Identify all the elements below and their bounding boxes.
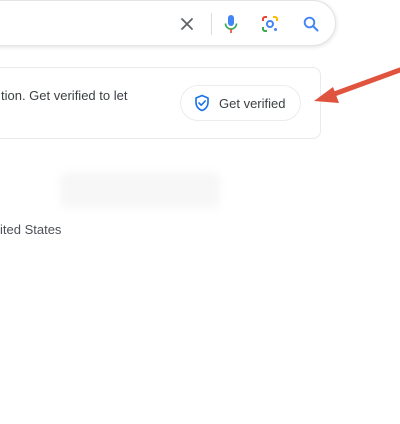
verification-message: tion. Get verified to let (1, 88, 128, 103)
verification-card: tion. Get verified to let Get verified (0, 67, 321, 139)
search-bar-divider (211, 13, 212, 35)
search-input[interactable] (0, 13, 167, 35)
close-icon[interactable] (177, 14, 197, 34)
get-verified-button[interactable]: Get verified (180, 85, 301, 121)
google-lens-icon[interactable] (260, 14, 280, 34)
blurred-element (60, 172, 220, 208)
shield-check-icon (193, 94, 211, 112)
search-bar (0, 0, 336, 46)
annotation-arrow (314, 67, 400, 103)
get-verified-label: Get verified (219, 95, 286, 111)
page: tion. Get verified to let Get verified i… (0, 0, 400, 424)
location-text: ited States (0, 222, 62, 237)
search-icon[interactable] (301, 14, 321, 34)
microphone-icon[interactable] (221, 14, 241, 34)
